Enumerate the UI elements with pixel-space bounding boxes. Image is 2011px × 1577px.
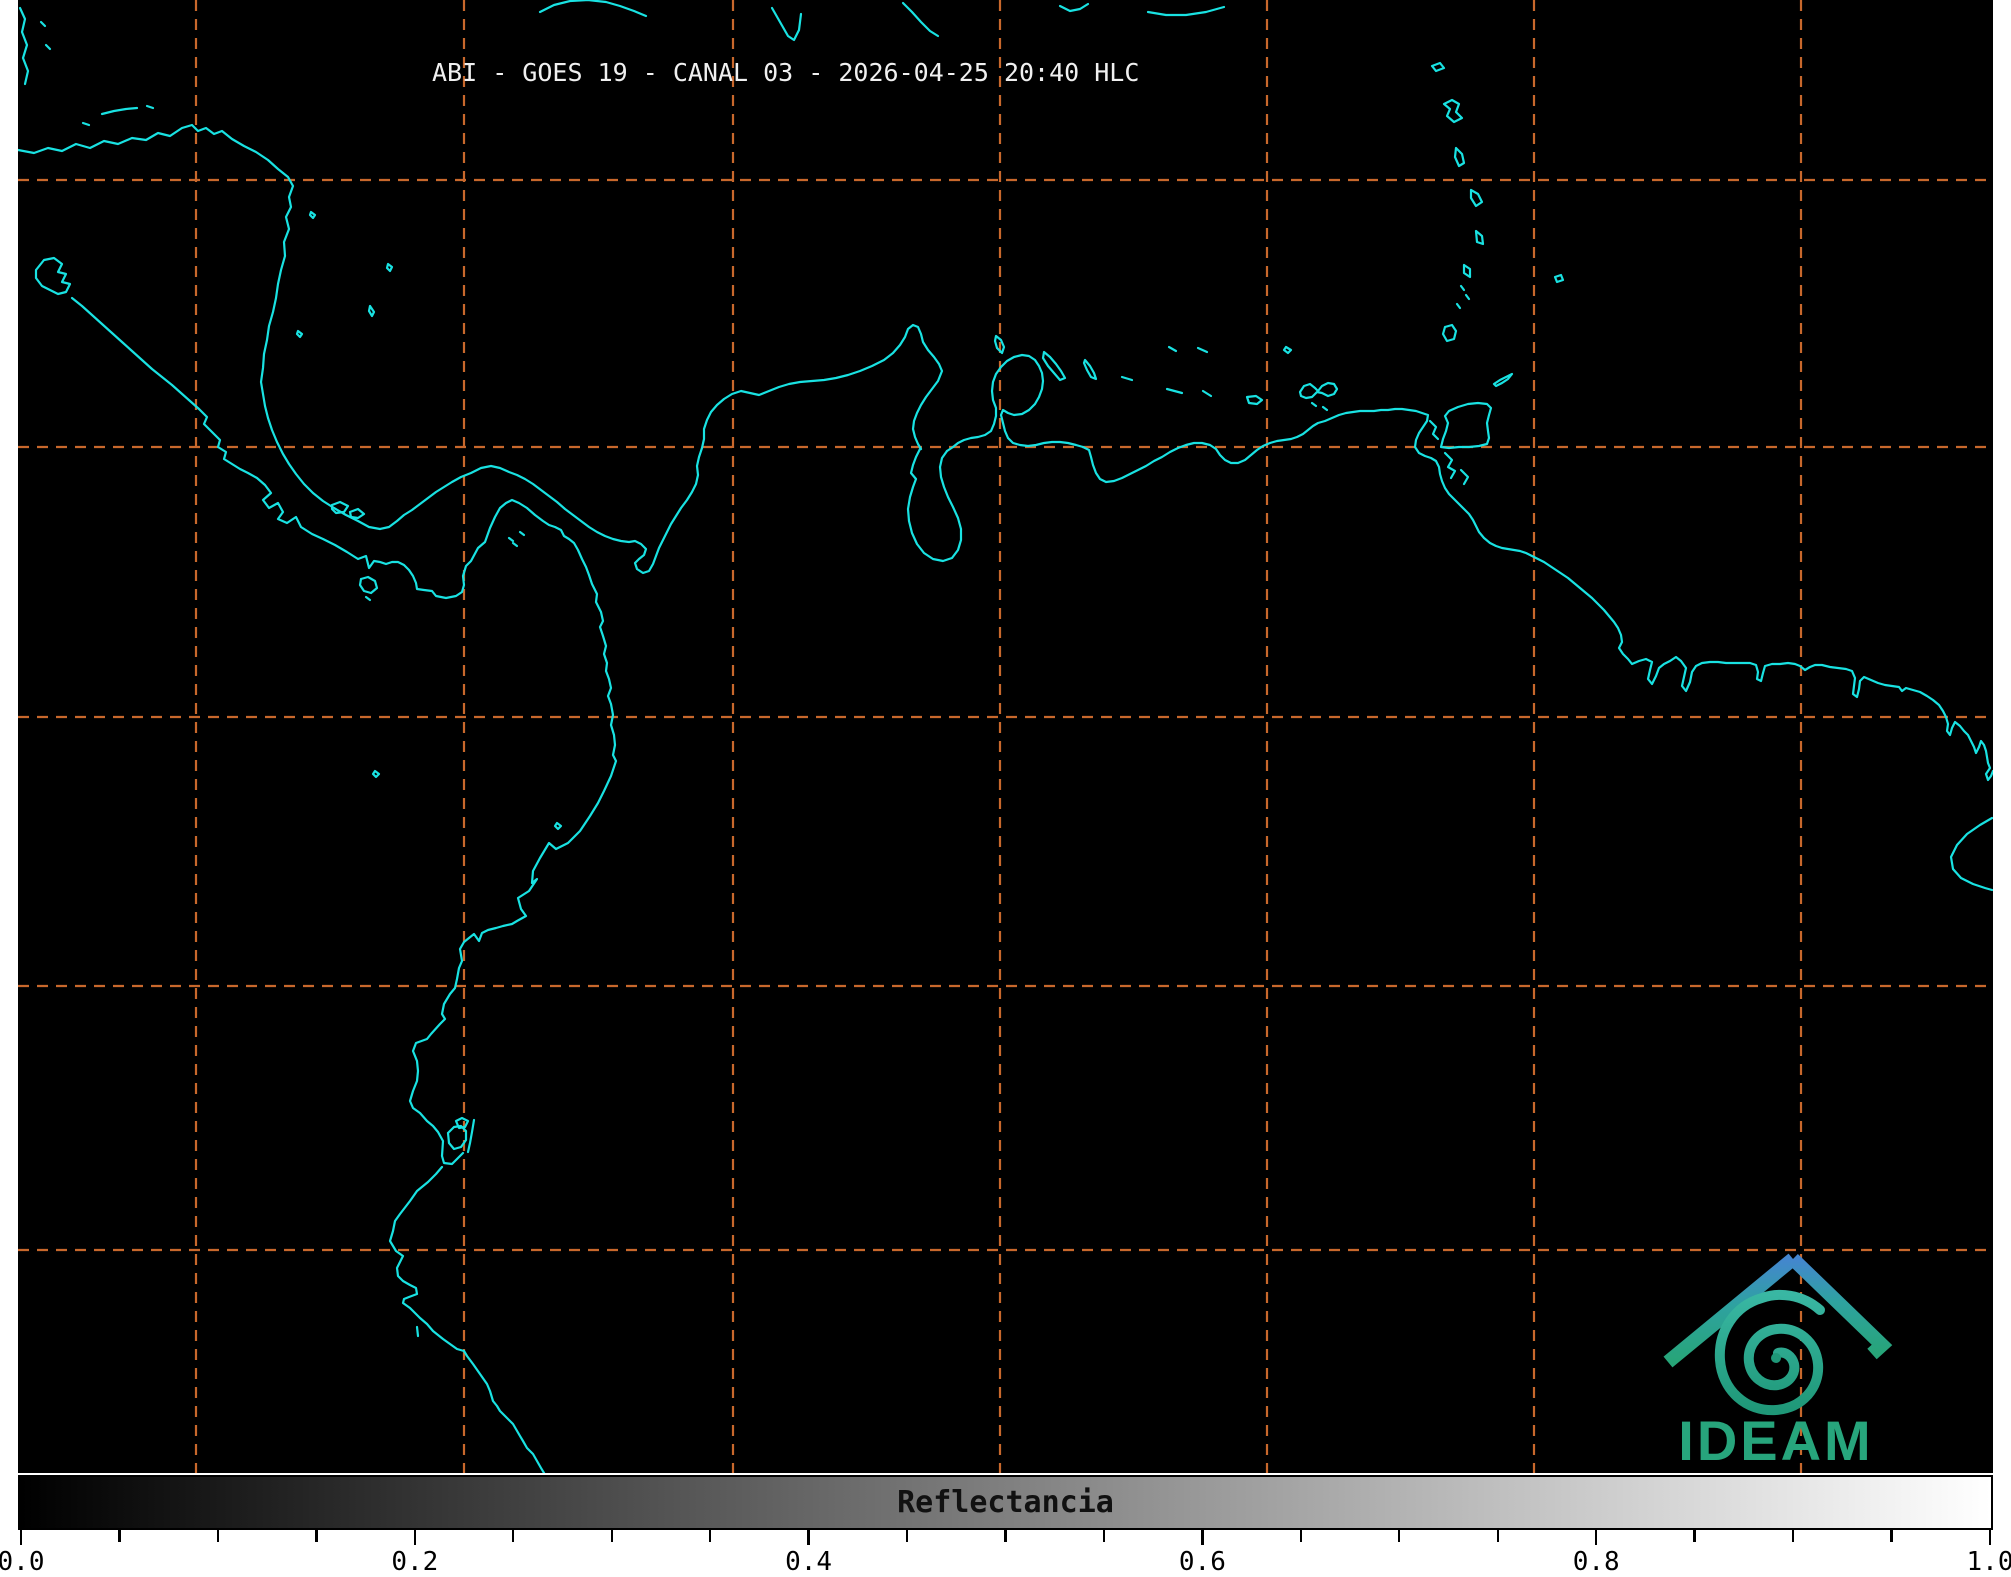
colorbar-tick-label: 0.4 (785, 1547, 832, 1577)
coastline-path (72, 298, 616, 1164)
colorbar-tick-label: 0.2 (391, 1547, 438, 1577)
coastline-path (540, 0, 646, 16)
coastline-path (1247, 396, 1262, 404)
coastline-path (350, 509, 364, 518)
colorbar-tick (118, 1530, 120, 1542)
swirl-eye-dot (1771, 1353, 1781, 1363)
coastline-path (366, 597, 370, 600)
coastline-path (1951, 818, 1992, 890)
coastline-path (509, 538, 513, 541)
coastline-path (448, 1126, 466, 1149)
coastline-path (1122, 377, 1132, 380)
coastline-path (1323, 407, 1327, 410)
colorbar-tick-label: 0.8 (1573, 1547, 1620, 1577)
coastline-path (555, 823, 561, 829)
coastline-path (903, 3, 938, 36)
logo-roof-icon (1668, 1259, 1882, 1362)
coastline-path (46, 45, 50, 49)
colorbar-tick-label: 0.0 (0, 1547, 44, 1577)
satellite-figure: ABI - GOES 19 - CANAL 03 - 2026-04-25 20… (0, 0, 2011, 1577)
coastline-path (1284, 347, 1291, 353)
logo-text: IDEAM (1678, 1409, 1873, 1472)
coastline-path (147, 106, 153, 108)
colorbar-tick (315, 1530, 317, 1542)
coastline-path (513, 543, 517, 546)
coastline-path (1464, 265, 1470, 277)
coastline-path (390, 1167, 544, 1473)
coastline-path (102, 108, 137, 114)
coastline-path (1430, 421, 1438, 439)
coastline-path (1461, 286, 1464, 290)
coastline-path (369, 306, 374, 316)
coastline-path (1198, 348, 1207, 352)
colorbar-tick-label: 0.6 (1179, 1547, 1226, 1577)
colorbar-tick (1497, 1530, 1499, 1542)
coastline-path (468, 1120, 474, 1152)
colorbar-tick (1890, 1530, 1892, 1542)
logo-hurricane-swirl-icon (1720, 1295, 1820, 1410)
coastline-path (1445, 453, 1455, 478)
image-title: ABI - GOES 19 - CANAL 03 - 2026-04-25 20… (432, 58, 1139, 87)
coastline-path (1441, 403, 1491, 448)
coastline-path (417, 1327, 418, 1336)
coastline-path (1555, 275, 1563, 282)
colorbar-tick (217, 1530, 219, 1542)
colorbar-tick (906, 1530, 908, 1542)
coastline-path (520, 532, 524, 535)
coastline-path (1444, 100, 1462, 122)
coastline-path (310, 212, 315, 218)
colorbar-tick (512, 1530, 514, 1542)
colorbar-tick (1103, 1530, 1105, 1542)
colorbar-tick (709, 1530, 711, 1542)
coastline-path (1043, 352, 1065, 380)
colorbar-tick (1201, 1530, 1203, 1545)
coastline-path (1148, 7, 1224, 15)
colorbar-tick (611, 1530, 613, 1542)
coastline-path (1476, 231, 1483, 244)
coastline-path (1457, 304, 1460, 308)
colorbar-tick (1792, 1530, 1794, 1542)
coastline-path (908, 449, 961, 561)
colorbar-tick (414, 1530, 416, 1545)
colorbar-label: Reflectancia (20, 1485, 1991, 1520)
colorbar-tick (1300, 1530, 1302, 1542)
colorbar-tick (807, 1530, 809, 1545)
colorbar-tick (20, 1530, 22, 1545)
coastline-path (1466, 295, 1469, 299)
reflectance-colorbar: Reflectancia (18, 1475, 1993, 1530)
coastline-path (18, 125, 942, 573)
coastline-path (456, 1118, 468, 1128)
coastline-path (387, 264, 392, 271)
colorbar-tick-label: 1.0 (1967, 1547, 2011, 1577)
coastline-path (1169, 347, 1176, 351)
coastline-path (1167, 389, 1182, 393)
coastline-path (360, 577, 377, 593)
coastline-path (1300, 383, 1337, 398)
coastline-path (1494, 374, 1512, 386)
coastline-path (1060, 4, 1088, 11)
coastline-path (20, 8, 28, 84)
coastline-path (373, 771, 379, 777)
coastline-path (1455, 148, 1464, 166)
colorbar-tick (1004, 1530, 1006, 1542)
colorbar-tick (1989, 1530, 1991, 1545)
coastline-path (36, 258, 70, 294)
coastline-path (1471, 190, 1482, 206)
colorbar-tick (1595, 1530, 1597, 1545)
coastline-path (1461, 470, 1468, 484)
colorbar-tick (1398, 1530, 1400, 1542)
coastline-path (1443, 325, 1456, 341)
coastline-path (1432, 63, 1444, 71)
coastline-path (1084, 360, 1096, 379)
coastline-path (41, 22, 45, 26)
coastline-path (772, 8, 801, 40)
coastline-path (1203, 391, 1211, 396)
coastline-path (297, 331, 302, 337)
ideam-logo: IDEAM (1650, 1248, 1906, 1476)
coastline-path (1312, 403, 1316, 406)
colorbar-tick (1693, 1530, 1695, 1542)
coastline-path (83, 123, 89, 125)
